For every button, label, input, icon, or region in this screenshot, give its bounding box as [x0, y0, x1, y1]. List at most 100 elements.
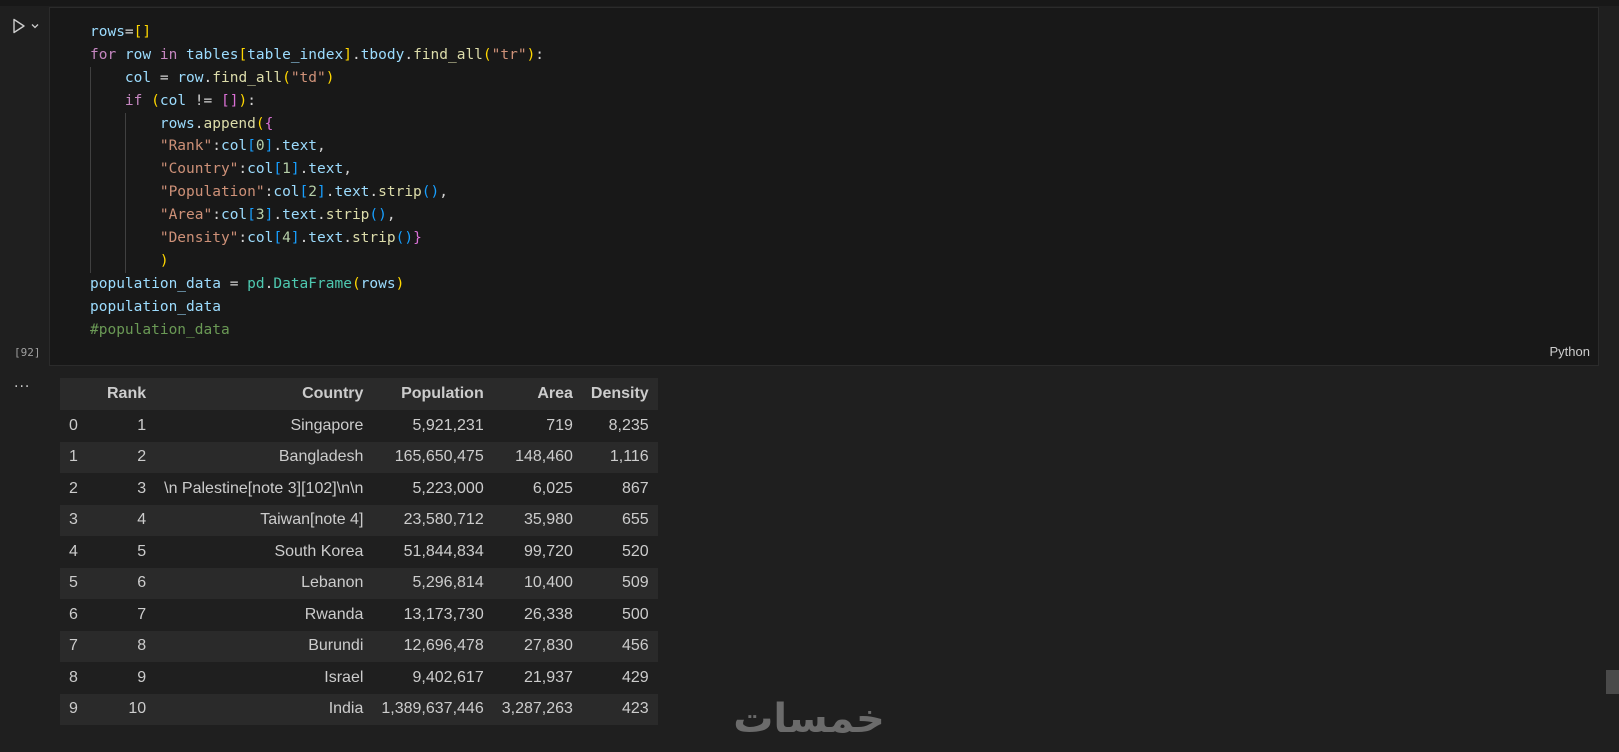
code-token: col: [273, 184, 300, 201]
code-token: "Area": [159, 207, 213, 224]
code-line[interactable]: "Country":col[1].text,: [90, 158, 544, 182]
code-token: :: [212, 207, 221, 224]
code-token: text: [308, 230, 344, 247]
code-token: in: [159, 46, 187, 63]
code-token: !=: [194, 92, 221, 109]
notebook-page: rows=[] for row in tables[table_index].tb…: [0, 0, 1619, 752]
code-token: .: [194, 115, 204, 132]
code-cell[interactable]: rows=[] for row in tables[table_index].tb…: [49, 7, 1599, 366]
code-token: ): [238, 92, 248, 109]
code-token: .: [404, 46, 414, 63]
code-line[interactable]: population_data = pd.DataFrame(rows): [90, 273, 544, 296]
table-cell: 27,830: [523, 637, 573, 655]
code-token: rows: [159, 115, 195, 132]
code-token: population_data: [90, 298, 221, 315]
code-token: 1: [282, 161, 291, 178]
code-line[interactable]: "Population":col[2].text.strip(),: [90, 181, 544, 205]
scrollbar-thumb[interactable]: [1606, 670, 1619, 694]
indent-guide: [125, 204, 126, 228]
table-cell: 6: [137, 574, 147, 592]
table-cell: 8: [137, 637, 147, 655]
code-token: (: [151, 92, 160, 109]
code-token: =: [229, 275, 248, 292]
code-token: [: [273, 161, 283, 178]
indent-guide: [125, 181, 126, 205]
code-token: [: [273, 230, 283, 247]
code-token: =: [159, 69, 178, 86]
khamsat-logo-watermark: خمسات: [733, 696, 885, 740]
language-label[interactable]: Python: [1550, 344, 1590, 359]
table-cell: 867: [622, 479, 649, 497]
code-line[interactable]: if (col != []):: [90, 89, 544, 113]
code-line[interactable]: "Area":col[3].text.strip(),: [90, 204, 544, 228]
column-header: Population: [401, 385, 484, 402]
indent-guide: [125, 112, 126, 136]
code-token: []: [133, 24, 152, 40]
code-token: .: [299, 161, 309, 178]
table-cell: 4: [137, 511, 147, 529]
code-token: text: [282, 207, 318, 224]
code-line[interactable]: rows.append({: [90, 112, 544, 136]
table-cell: 456: [622, 637, 649, 655]
code-token: [: [247, 138, 256, 155]
top-divider: [0, 0, 1619, 6]
table-row: 7 8 Burundi 12,696,478 27,830 456: [60, 630, 658, 662]
code-token: }: [413, 230, 422, 247]
row-index: 9: [69, 700, 78, 718]
code-token: (: [255, 115, 265, 132]
table-cell: 1,116: [609, 448, 649, 466]
code-token: .: [203, 69, 213, 86]
table-cell: 51,844,834: [403, 542, 484, 560]
index-header: [60, 378, 98, 410]
code-token: "tr": [491, 46, 527, 63]
table-cell: 99,720: [523, 542, 573, 560]
code-token: find_all: [212, 69, 283, 86]
code-token: text: [334, 184, 370, 201]
code-line[interactable]: col = row.find_all("td"): [90, 66, 544, 90]
table-cell: Singapore: [290, 416, 364, 434]
table-cell: 35,980: [523, 511, 573, 529]
table-row: 1 2 Bangladesh 165,650,475 148,460 1,116: [60, 441, 658, 473]
output-area: Rank Country Population Area Density 0 1 Singa…: [60, 378, 658, 725]
code-token: append: [203, 115, 256, 132]
row-index: 7: [69, 637, 78, 655]
code-line[interactable]: for row in tables[table_index].tbody.fin…: [90, 44, 544, 67]
code-line[interactable]: rows=[]: [90, 21, 544, 44]
play-icon[interactable]: [12, 18, 26, 34]
code-line[interactable]: "Density":col[4].text.strip()}: [90, 227, 544, 250]
table-cell: South Korea: [274, 542, 364, 560]
output-more-actions-icon[interactable]: ...: [14, 376, 36, 392]
code-token: ,: [343, 161, 352, 178]
code-token: table_index: [247, 46, 344, 63]
indent-guide: [90, 158, 91, 182]
code-token: "Rank": [159, 138, 213, 155]
code-line[interactable]: #population_data: [90, 319, 544, 342]
code-token: col: [220, 207, 248, 224]
code-token: =: [124, 24, 134, 40]
code-line[interactable]: "Rank":col[0].text,: [90, 135, 544, 159]
code-token: find_all: [413, 46, 483, 63]
row-index: 1: [69, 448, 78, 466]
row-index: 6: [69, 605, 78, 623]
code-editor[interactable]: rows=[] for row in tables[table_index].tb…: [90, 21, 544, 341]
table-cell: 5,921,231: [412, 416, 484, 434]
run-cell-button[interactable]: [12, 16, 46, 36]
table-cell: 12,696,478: [403, 637, 484, 655]
code-token: [: [299, 184, 309, 201]
code-token: :: [238, 161, 248, 178]
table-row: 6 7 Rwanda 13,173,730 26,338 500: [60, 599, 658, 631]
code-token: ): [395, 275, 405, 292]
code-token: "Density": [159, 230, 239, 247]
indent-guide: [125, 249, 126, 273]
code-token: (: [482, 46, 492, 63]
code-token: pd: [247, 275, 265, 292]
code-line[interactable]: ): [90, 249, 544, 273]
chevron-down-icon[interactable]: [30, 21, 40, 31]
code-token: (): [395, 230, 414, 247]
code-token: "Population": [159, 184, 265, 201]
row-index: 5: [69, 574, 78, 592]
table-cell: 9: [137, 668, 147, 686]
table-cell: Israel: [324, 668, 364, 686]
column-header: Country: [302, 385, 364, 402]
code-line[interactable]: population_data: [90, 296, 544, 319]
